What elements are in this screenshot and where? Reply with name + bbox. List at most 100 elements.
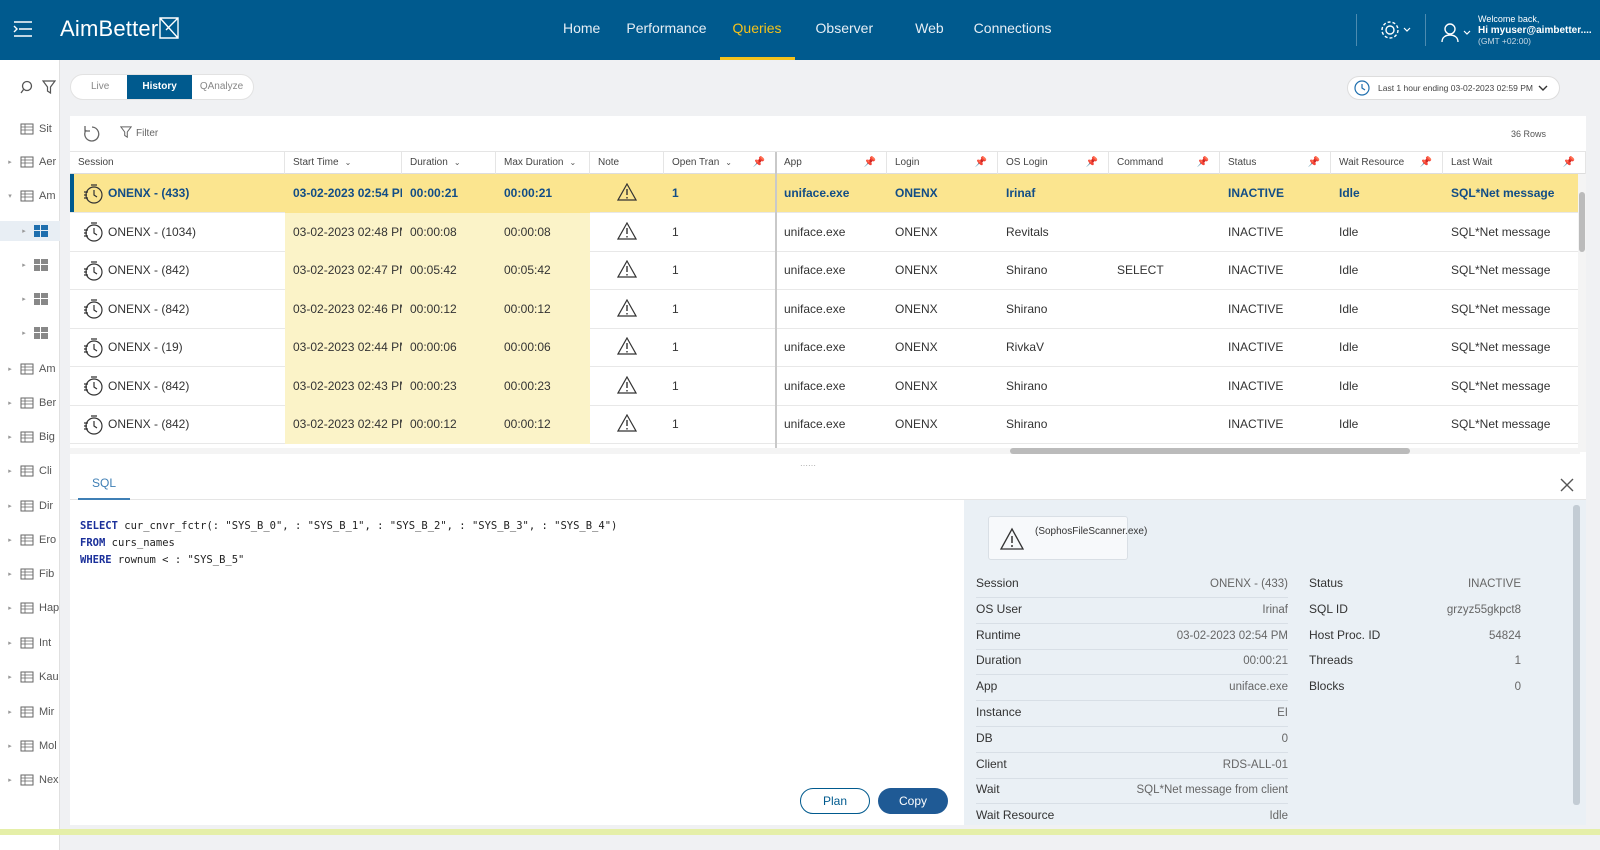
nav-connections[interactable]: Connections [961,0,1065,60]
expand-caret-icon[interactable]: ▸ [0,502,20,510]
column-header[interactable]: App 📌 [776,152,887,174]
expand-caret-icon[interactable]: ▸ [0,329,34,337]
warning-icon[interactable] [617,414,637,432]
sidebar-item[interactable]: ▸ [0,289,60,309]
filter-label[interactable]: Filter [136,128,158,139]
column-header[interactable]: Duration ⌄ [402,152,496,174]
filter-icon[interactable] [42,80,56,94]
tab-qanalyze[interactable]: QAnalyze [192,75,251,99]
pin-icon[interactable]: 📌 [864,152,876,174]
warning-icon[interactable] [617,221,637,240]
sidebar-item[interactable]: Sit [0,119,60,139]
column-header[interactable]: Command 📌 [1109,152,1220,174]
warning-icon[interactable] [617,375,637,394]
sidebar-item[interactable]: ▸ Kau [0,667,60,687]
expand-caret-icon[interactable]: ▸ [0,708,20,716]
expand-caret-icon[interactable]: ▸ [0,399,20,407]
expand-caret-icon[interactable]: ▸ [0,536,20,544]
expand-caret-icon[interactable]: ▸ [0,673,20,681]
table-row[interactable]: ONENX - (433) 03-02-2023 02:54 PM 00:00:21… [70,174,1586,213]
pin-icon[interactable]: 📌 [1308,152,1320,174]
sidebar-item[interactable]: ▸ Aer [0,152,60,172]
tab-history[interactable]: History [127,75,192,99]
sidebar-item[interactable]: ▸ Fib [0,564,60,584]
expand-caret-icon[interactable]: ▸ [0,467,20,475]
pin-icon[interactable]: 📌 [1420,152,1432,174]
time-range-picker[interactable]: Last 1 hour ending 03-02-2023 02:59 PM [1346,76,1560,100]
user-icon[interactable] [1440,22,1474,42]
table-row[interactable]: ONENX - (842) 03-02-2023 02:46 PM 00:00:12… [70,289,1586,329]
expand-caret-icon[interactable]: ▸ [0,295,34,303]
expand-caret-icon[interactable]: ▸ [0,365,20,373]
sidebar-item[interactable]: ▸ Big [0,427,60,447]
tab-live[interactable]: Live [73,75,127,99]
column-header[interactable]: Max Duration ⌄ [496,152,590,174]
column-header[interactable]: Session [70,152,285,174]
column-header[interactable]: Login 📌 [887,152,998,174]
table-row[interactable]: ONENX - (19) 03-02-2023 02:44 PM 00:00:06 0… [70,328,1586,367]
column-header[interactable]: Wait Resource 📌 [1331,152,1443,174]
expand-caret-icon[interactable]: ▸ [0,639,20,647]
pin-icon[interactable]: 📌 [975,152,987,174]
expand-caret-icon[interactable]: ▸ [0,776,20,784]
scroll-thumb[interactable] [1010,448,1410,454]
copy-button[interactable]: Copy [878,788,948,814]
expand-caret-icon[interactable]: ▸ [0,158,20,166]
sidebar-item[interactable]: ▸ Am [0,359,60,379]
expand-caret-icon[interactable]: ▸ [0,742,20,750]
table-row[interactable]: ONENX - (1034) 03-02-2023 02:48 PM 00:00:0… [70,212,1586,252]
nav-web[interactable]: Web [902,0,957,60]
nav-observer[interactable]: Observer [803,0,887,60]
sidebar-item[interactable]: ▸ [0,221,60,241]
nav-performance[interactable]: Performance [613,0,719,60]
table-row[interactable]: ONENX - (842) 03-02-2023 02:47 PM 00:05:42… [70,251,1586,290]
column-header[interactable]: OS Login 📌 [998,152,1109,174]
expand-caret-icon[interactable]: ▸ [0,227,34,235]
sidebar-item[interactable]: ▸ Ero [0,530,60,550]
refresh-icon[interactable] [82,124,102,144]
column-header[interactable]: Last Wait 📌 [1443,152,1586,174]
sidebar-item[interactable]: ▸ Ber [0,393,60,413]
details-scrollbar[interactable] [1573,505,1580,805]
column-header[interactable]: Note [590,152,664,174]
chevron-down-icon[interactable]: ⌄ [345,158,352,167]
expand-caret-icon[interactable]: ▸ [0,570,20,578]
pin-icon[interactable]: 📌 [753,152,765,174]
horizontal-scrollbar[interactable] [70,448,1580,454]
pin-icon[interactable]: 📌 [1086,152,1098,174]
sidebar-item[interactable]: ▾ Am [0,186,60,206]
sidebar-item[interactable]: ▸ Mir [0,702,60,722]
sidebar-item[interactable]: ▸ Int [0,633,60,653]
close-icon[interactable] [1558,476,1576,494]
expand-caret-icon[interactable]: ▸ [0,604,20,612]
warning-icon[interactable] [617,183,637,201]
nav-home[interactable]: Home [550,0,613,60]
warning-icon[interactable] [617,260,637,278]
chevron-down-icon[interactable]: ⌄ [569,158,576,167]
warning-icon[interactable] [617,337,637,355]
tab-sql[interactable]: SQL [78,470,131,500]
column-header[interactable]: Start Time ⌄ [285,152,402,174]
scroll-thumb[interactable] [1579,192,1585,252]
column-header[interactable]: Open Tran ⌄ 📌 [664,152,776,174]
sidebar-item[interactable]: ▸ Cli [0,461,60,481]
scroll-thumb[interactable] [1573,505,1580,805]
pin-icon[interactable]: 📌 [1563,152,1575,174]
warning-icon[interactable] [617,298,637,317]
chevron-down-icon[interactable]: ⌄ [725,158,732,167]
expand-caret-icon[interactable]: ▸ [0,433,20,441]
sidebar-item[interactable]: ▸ Hap [0,598,60,618]
pin-icon[interactable]: 📌 [1197,152,1209,174]
welcome-text[interactable]: Welcome back, Hi myuser@aimbetter.... (G… [1478,14,1592,47]
table-row[interactable]: ONENX - (842) 03-02-2023 02:42 PM 00:00:12… [70,405,1586,444]
pinned-split-divider[interactable] [775,152,777,452]
sidebar-item[interactable]: ▸ [0,323,60,343]
filter-icon[interactable] [120,126,132,138]
table-row[interactable]: ONENX - (842) 03-02-2023 02:43 PM 00:00:23… [70,366,1586,406]
column-header[interactable]: Status 📌 [1220,152,1331,174]
search-icon[interactable] [20,80,34,94]
gear-icon[interactable] [1380,20,1416,40]
expand-caret-icon[interactable]: ▾ [0,192,20,200]
sidebar-item[interactable]: ▸ Dir [0,496,60,516]
plan-button[interactable]: Plan [800,788,870,814]
